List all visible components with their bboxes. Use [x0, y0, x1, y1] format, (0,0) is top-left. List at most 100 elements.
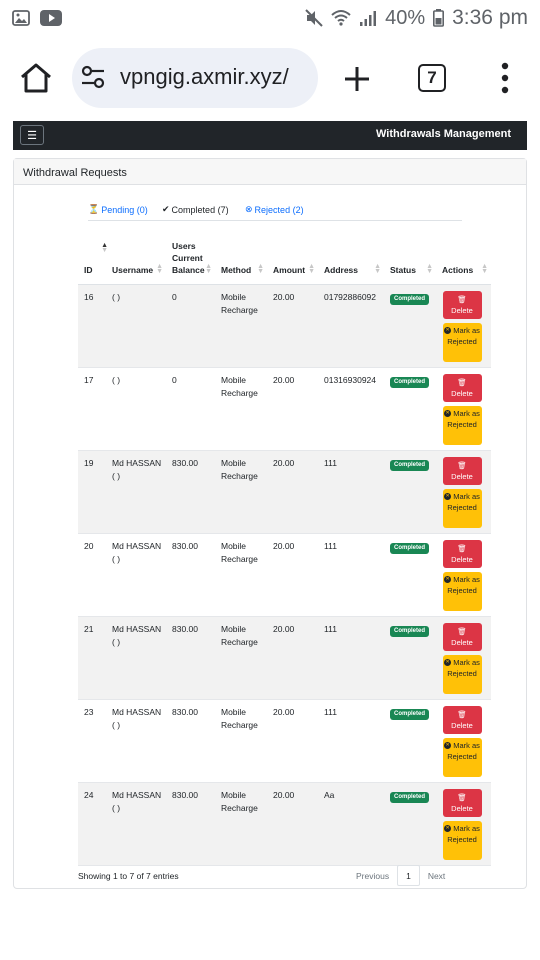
- battery-percent: 40%: [385, 6, 426, 29]
- mark-rejected-button[interactable]: ✕ Mark as Rejected: [442, 322, 482, 362]
- col-amount[interactable]: Amount ▲ ▼: [267, 239, 318, 285]
- cell-amount: 20.00: [267, 450, 318, 534]
- gallery-icon: [12, 10, 30, 26]
- cell-balance: 0: [166, 284, 215, 368]
- table-row: 20 Md HASSAN ( ) 830.00 Mobile Recharge …: [78, 533, 491, 617]
- android-status-bar: 40% 3:36 pm: [0, 0, 540, 36]
- col-balance[interactable]: Users Current Balance ▲ ▼: [166, 239, 215, 285]
- tab-completed[interactable]: ✔ Completed (7): [162, 201, 229, 215]
- delete-button[interactable]: 🗑 Delete: [442, 788, 482, 817]
- delete-button[interactable]: 🗑 Delete: [442, 705, 482, 734]
- cell-id: 20: [78, 533, 106, 617]
- delete-button[interactable]: 🗑 Delete: [442, 290, 482, 319]
- cell-username: Md HASSAN ( ): [106, 782, 166, 866]
- cell-balance: 830.00: [166, 699, 215, 783]
- trash-icon: 🗑: [457, 294, 467, 304]
- cell-amount: 20.00: [267, 699, 318, 783]
- delete-button[interactable]: 🗑 Delete: [442, 456, 482, 485]
- delete-button[interactable]: 🗑 Delete: [442, 622, 482, 651]
- x-circle-icon: ✕: [444, 825, 452, 833]
- address-bar[interactable]: vpngig.axmir.xyz/: [72, 48, 318, 108]
- delete-button[interactable]: 🗑 Delete: [442, 539, 482, 568]
- mark-rejected-button[interactable]: ✕ Mark as Rejected: [442, 571, 482, 611]
- x-circle-icon: ✕: [444, 327, 452, 335]
- sort-icon: ▲ ▼: [156, 262, 163, 275]
- url-text[interactable]: vpngig.axmir.xyz/: [120, 64, 289, 90]
- next-page-button[interactable]: Next: [420, 865, 453, 886]
- cell-amount: 20.00: [267, 782, 318, 866]
- withdrawals-table: ID ▲ ▼ Username ▲ ▼ Users Current Balance ▲ ▼ …: [78, 239, 491, 866]
- status-badge: Completed: [390, 293, 430, 305]
- tab-pending[interactable]: ⏳ Pending (0): [88, 201, 148, 215]
- mute-icon: [305, 9, 323, 27]
- cell-status: Completed: [384, 782, 436, 866]
- col-method[interactable]: Method ▲ ▼: [215, 239, 267, 285]
- tab-rejected[interactable]: ⊗ Rejected (2): [245, 201, 304, 215]
- cell-address: 111: [318, 450, 384, 534]
- card-header: Withdrawal Requests: [14, 159, 526, 185]
- cell-status: Completed: [384, 367, 436, 451]
- table-row: 23 Md HASSAN ( ) 830.00 Mobile Recharge …: [78, 699, 491, 783]
- cell-username: Md HASSAN ( ): [106, 533, 166, 617]
- cell-address: Aa: [318, 782, 384, 866]
- battery-icon: [433, 9, 445, 27]
- mark-rejected-button[interactable]: ✕ Mark as Rejected: [442, 654, 482, 694]
- page-title: Withdrawals Management: [376, 128, 511, 140]
- trash-icon: 🗑: [457, 709, 467, 719]
- table-row: 21 Md HASSAN ( ) 830.00 Mobile Recharge …: [78, 616, 491, 700]
- sort-icon: ▲ ▼: [426, 262, 433, 275]
- status-badge: Completed: [390, 376, 430, 388]
- home-icon[interactable]: [18, 60, 54, 96]
- more-menu-icon[interactable]: [498, 62, 512, 94]
- tab-switcher-button[interactable]: 7: [418, 64, 446, 92]
- cell-address: 111: [318, 616, 384, 700]
- col-actions[interactable]: Actions ▲ ▼: [436, 239, 491, 285]
- cell-id: 24: [78, 782, 106, 866]
- x-circle-icon: ⊗: [245, 204, 253, 214]
- x-circle-icon: ✕: [444, 576, 452, 584]
- cell-actions: 🗑 Delete ✕ Mark as Rejected: [436, 284, 491, 368]
- previous-page-button[interactable]: Previous: [348, 865, 397, 886]
- site-settings-icon[interactable]: [80, 64, 106, 90]
- cell-actions: 🗑 Delete ✕ Mark as Rejected: [436, 367, 491, 451]
- mark-rejected-button[interactable]: ✕ Mark as Rejected: [442, 737, 482, 777]
- new-tab-icon[interactable]: [342, 64, 372, 94]
- cell-username: ( ): [106, 367, 166, 451]
- signal-icon: [360, 11, 377, 26]
- x-circle-icon: ✕: [444, 742, 452, 750]
- cell-method: Mobile Recharge: [215, 450, 267, 534]
- mark-rejected-button[interactable]: ✕ Mark as Rejected: [442, 488, 482, 528]
- cell-status: Completed: [384, 450, 436, 534]
- browser-toolbar: vpngig.axmir.xyz/ 7: [0, 40, 540, 118]
- trash-icon: 🗑: [457, 626, 467, 636]
- sort-icon: ▲ ▼: [257, 262, 264, 275]
- delete-button[interactable]: 🗑 Delete: [442, 373, 482, 402]
- table-row: 17 ( ) 0 Mobile Recharge 20.00 013169309…: [78, 367, 491, 451]
- cell-id: 19: [78, 450, 106, 534]
- col-status[interactable]: Status ▲ ▼: [384, 239, 436, 285]
- cell-status: Completed: [384, 699, 436, 783]
- cell-status: Completed: [384, 533, 436, 617]
- cell-id: 16: [78, 284, 106, 368]
- mark-rejected-button[interactable]: ✕ Mark as Rejected: [442, 405, 482, 445]
- cell-method: Mobile Recharge: [215, 616, 267, 700]
- table-row: 16 ( ) 0 Mobile Recharge 20.00 017928860…: [78, 284, 491, 368]
- status-badge: Completed: [390, 708, 430, 720]
- cell-method: Mobile Recharge: [215, 699, 267, 783]
- menu-toggle-button[interactable]: ☰: [20, 125, 44, 145]
- sort-icon: ▲ ▼: [205, 262, 212, 275]
- check-circle-icon: ✔: [162, 204, 170, 214]
- status-badge: Completed: [390, 625, 430, 637]
- cell-balance: 830.00: [166, 533, 215, 617]
- x-circle-icon: ✕: [444, 410, 452, 418]
- cell-status: Completed: [384, 616, 436, 700]
- col-username[interactable]: Username ▲ ▼: [106, 239, 166, 285]
- cell-amount: 20.00: [267, 533, 318, 617]
- mark-rejected-button[interactable]: ✕ Mark as Rejected: [442, 820, 482, 860]
- page-1-button[interactable]: 1: [397, 865, 420, 886]
- withdrawal-card: Withdrawal Requests ⏳ Pending (0) ✔ Comp…: [13, 158, 527, 889]
- col-address[interactable]: Address ▲ ▼: [318, 239, 384, 285]
- table-header-row: ID ▲ ▼ Username ▲ ▼ Users Current Balance ▲ ▼ …: [78, 239, 491, 285]
- col-id[interactable]: ID ▲ ▼: [78, 239, 108, 285]
- cell-address: 111: [318, 533, 384, 617]
